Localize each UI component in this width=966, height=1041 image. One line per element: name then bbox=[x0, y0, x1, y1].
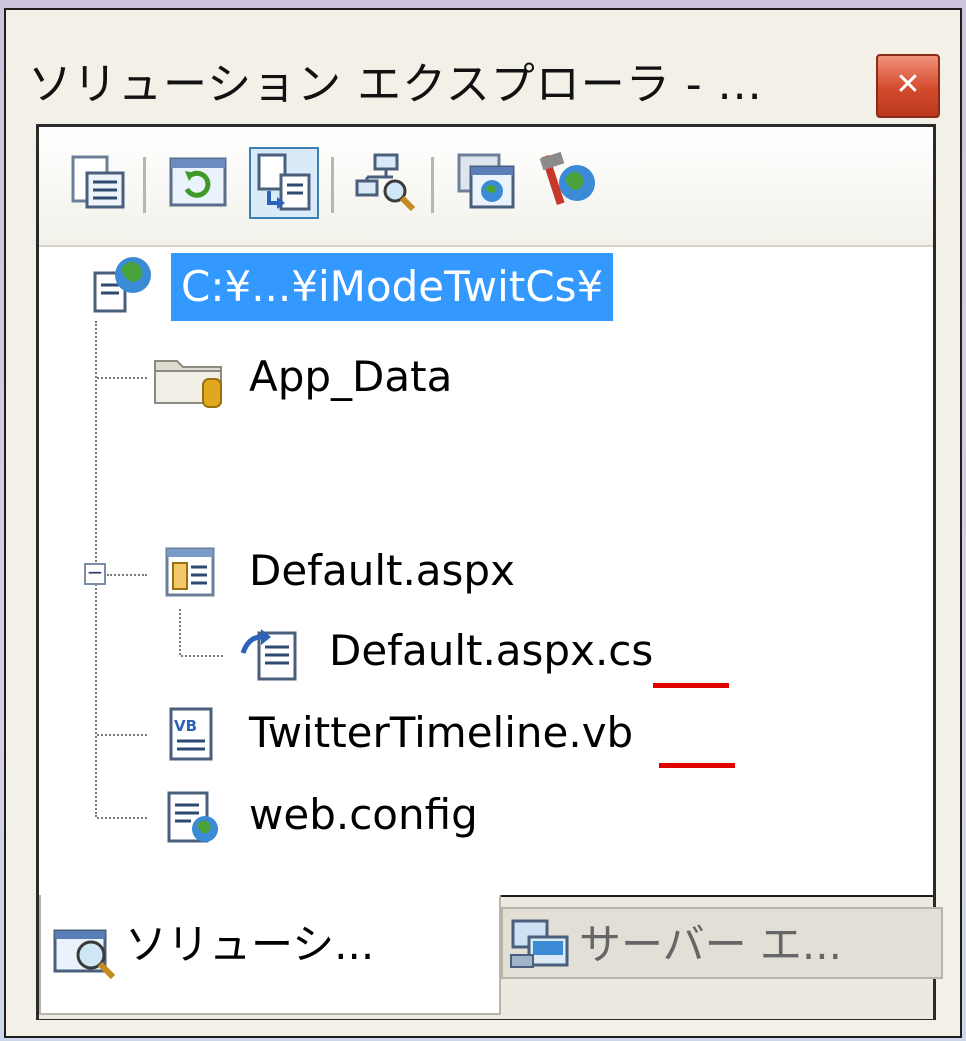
tree-connector bbox=[97, 377, 147, 379]
tab-label: サーバー エ... bbox=[579, 920, 842, 969]
toolbar-separator bbox=[331, 157, 334, 213]
toolbar-separator bbox=[431, 157, 434, 213]
tree-root-label: C:¥...¥iModeTwitCs¥ bbox=[171, 253, 614, 321]
code-behind-icon bbox=[240, 629, 297, 681]
refresh-icon bbox=[169, 157, 227, 207]
bottom-tab-strip: ソリューシ... サーバー エ... bbox=[39, 895, 943, 1019]
view-class-diagram-button[interactable] bbox=[351, 147, 421, 219]
server-explorer-icon bbox=[510, 919, 569, 968]
solution-tree: C:¥...¥iModeTwitCs¥ App_Data − Default.a… bbox=[39, 247, 933, 895]
nest-related-files-icon bbox=[257, 153, 311, 211]
tree-connector bbox=[181, 655, 223, 657]
refresh-button[interactable] bbox=[163, 147, 233, 219]
toolbar-separator bbox=[143, 157, 146, 213]
asp-net-configuration-button[interactable] bbox=[451, 147, 521, 219]
tree-connector bbox=[179, 609, 181, 655]
vb-extension-highlight bbox=[659, 763, 735, 768]
title-bar[interactable]: ソリューション エクスプローラ - ... ✕ bbox=[6, 10, 960, 122]
config-file-icon bbox=[167, 791, 218, 843]
solution-explorer-window: ソリューション エクスプローラ - ... ✕ C:¥...¥iModeTwit… bbox=[4, 8, 962, 1038]
nest-related-files-button[interactable] bbox=[249, 147, 319, 219]
tree-item-label: web.config bbox=[249, 790, 478, 839]
asp-net-configuration-icon bbox=[457, 153, 515, 209]
collapse-toggle[interactable]: − bbox=[84, 562, 106, 585]
copy-web-site-icon bbox=[539, 151, 595, 206]
tree-item-label: TwitterTimeline.vb bbox=[249, 708, 634, 757]
vb-file-icon: VB bbox=[169, 707, 213, 761]
copy-web-site-button[interactable] bbox=[533, 147, 603, 219]
properties-button[interactable] bbox=[63, 147, 133, 219]
tree-item-label: Default.aspx bbox=[249, 546, 515, 595]
svg-text:VB: VB bbox=[174, 717, 197, 735]
cs-extension-highlight bbox=[653, 683, 729, 688]
tree-connector bbox=[97, 734, 147, 736]
view-class-diagram-icon bbox=[355, 153, 416, 212]
tree-connector bbox=[107, 574, 147, 576]
window-title: ソリューション エクスプローラ - ... bbox=[28, 59, 763, 110]
tree-item-label: App_Data bbox=[249, 352, 453, 401]
toolbar bbox=[39, 127, 933, 247]
web-project-icon bbox=[93, 257, 151, 313]
explorer-content: C:¥...¥iModeTwitCs¥ App_Data − Default.a… bbox=[36, 124, 943, 1020]
tab-label: ソリューシ... bbox=[125, 920, 375, 969]
close-button[interactable]: ✕ bbox=[876, 54, 940, 118]
tree-item-label: Default.aspx.cs bbox=[329, 626, 654, 675]
aspx-page-icon bbox=[165, 547, 215, 597]
tree-connector bbox=[97, 817, 147, 819]
tab-solution-explorer[interactable]: ソリューシ... bbox=[39, 895, 501, 1015]
tab-server-explorer[interactable]: サーバー エ... bbox=[501, 907, 943, 979]
properties-icon bbox=[71, 155, 125, 209]
solution-explorer-icon bbox=[53, 929, 116, 980]
data-folder-icon bbox=[154, 360, 222, 408]
